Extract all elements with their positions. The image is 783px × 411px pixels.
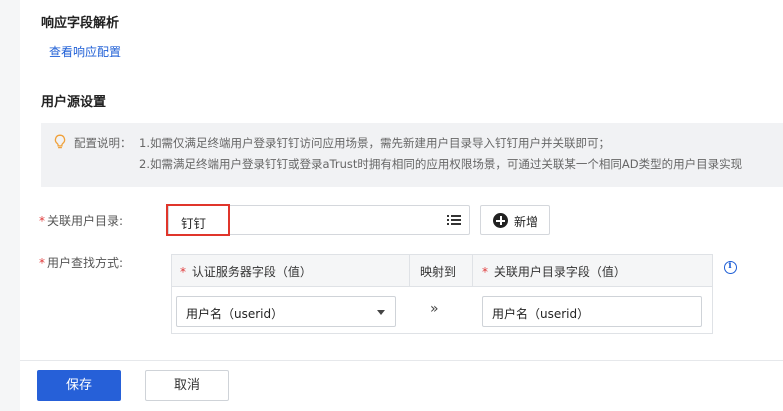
lookup-label-text: 用户查找方式:: [47, 256, 124, 270]
list-icon[interactable]: [447, 214, 461, 226]
dir-field-value: 用户名（userid）: [492, 307, 590, 321]
save-button[interactable]: 保存: [37, 370, 121, 401]
lookup-field-label: * 用户查找方式:: [39, 254, 123, 271]
auth-field-value: 用户名（userid）: [186, 307, 284, 321]
mapping-table-header: * 认证服务器字段（值） 映射到 * 关联用户目录字段（值）: [172, 255, 712, 287]
note-line-1: 1.如需仅满足终端用户登录钉钉访问应用场景，需先新建用户目录导入钉钉用户并关联即…: [139, 136, 610, 150]
add-button-label: 新增: [514, 215, 539, 229]
required-mark: *: [39, 256, 45, 270]
footer-bar: 保存 取消: [20, 360, 783, 411]
config-note-box: 配置说明： 1.如需仅满足终端用户登录钉钉访问应用场景，需先新建用户目录导入钉钉…: [41, 123, 783, 187]
header-maps-to: 映射到: [420, 265, 457, 279]
add-directory-button[interactable]: 新增: [480, 205, 550, 235]
directory-label-text: 关联用户目录:: [47, 214, 124, 228]
plus-circle-icon: [493, 213, 508, 228]
info-icon[interactable]: i: [724, 261, 737, 274]
user-source-section-title: 用户源设置: [41, 95, 107, 110]
auth-field-select[interactable]: 用户名（userid）: [176, 296, 396, 327]
header-auth-field: * 认证服务器字段（值）: [180, 265, 312, 279]
directory-field-label: * 关联用户目录:: [39, 212, 123, 229]
response-section-title: 响应字段解析: [41, 16, 120, 31]
view-response-config-link[interactable]: 查看响应配置: [49, 43, 121, 60]
dir-field-input[interactable]: 用户名（userid）: [482, 296, 702, 327]
note-line-2: 2.如需满足终端用户登录钉钉或登录aTrust时拥有相同的应用权限场景，可通过关…: [139, 157, 743, 171]
note-label: 配置说明：: [74, 136, 132, 150]
required-mark: *: [39, 214, 45, 228]
field-mapping-table: * 认证服务器字段（值） 映射到 * 关联用户目录字段（值） 用户名（useri…: [171, 254, 713, 334]
lightbulb-icon: [54, 134, 66, 149]
highlight-box: [166, 204, 230, 236]
cancel-button[interactable]: 取消: [145, 370, 229, 401]
double-arrow-icon: »: [430, 301, 439, 317]
header-dir-field: * 关联用户目录字段（值）: [482, 265, 626, 279]
chevron-down-icon: [377, 310, 385, 315]
